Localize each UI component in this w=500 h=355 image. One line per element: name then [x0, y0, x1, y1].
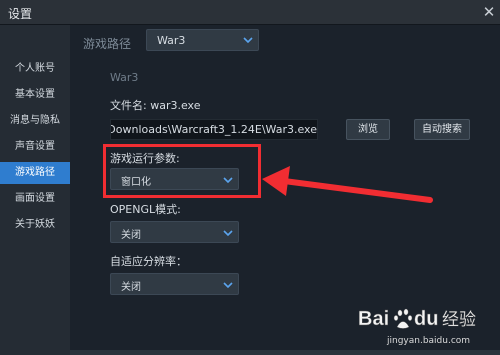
svg-text:经验: 经验: [442, 310, 476, 330]
baidu-jingyan-logo: Bai du 经验: [358, 303, 478, 338]
svg-text:du: du: [414, 308, 438, 330]
sidebar: 个人账号 基本设置 消息与隐私 声音设置 游戏路径 画面设置 关于妖妖: [0, 25, 70, 355]
game-path-field[interactable]: C:\Users\Downloads\Warcraft3_1.24E\War3.…: [110, 119, 318, 140]
browse-button[interactable]: 浏览: [346, 119, 390, 140]
chevron-down-icon: [243, 37, 253, 44]
chevron-down-icon: [223, 230, 233, 237]
game-select[interactable]: War3: [146, 29, 259, 51]
sidebar-item-about[interactable]: 关于妖妖: [0, 214, 70, 236]
close-icon[interactable]: ✕: [478, 0, 500, 24]
file-name-label: 文件名: war3.exe: [110, 99, 201, 112]
game-select-value: War3: [157, 34, 186, 47]
svg-text:Bai: Bai: [358, 308, 389, 330]
sidebar-item-game-path[interactable]: 游戏路径: [0, 162, 70, 184]
opengl-select[interactable]: 关闭: [110, 221, 239, 243]
section-title: War3: [110, 71, 139, 84]
opengl-value: 关闭: [121, 230, 141, 241]
game-path-header: 游戏路径: [83, 37, 132, 51]
adaptive-resolution-select[interactable]: 关闭: [110, 273, 239, 295]
adaptive-resolution-label: 自适应分辨率：: [110, 255, 187, 268]
game-path-value: C:\Users\Downloads\Warcraft3_1.24E\War3.…: [111, 123, 317, 136]
chevron-down-icon: [223, 282, 233, 289]
sidebar-item-privacy[interactable]: 消息与隐私: [0, 110, 70, 132]
baidu-paw-icon: Bai du 经验: [358, 308, 476, 330]
red-highlight-box: [103, 144, 261, 198]
bottom-strip: [70, 350, 500, 355]
window-title: 设置: [8, 7, 33, 21]
adaptive-resolution-value: 关闭: [121, 282, 141, 293]
sidebar-item-basic-settings[interactable]: 基本设置: [0, 84, 70, 106]
title-bar: 设置 ✕: [0, 0, 500, 25]
sidebar-item-sound[interactable]: 声音设置: [0, 136, 70, 158]
sidebar-item-account[interactable]: 个人账号: [0, 58, 70, 80]
watermark-url: jingyan.baidu.com: [387, 336, 471, 346]
opengl-label: OPENGL模式:: [110, 203, 181, 216]
auto-search-button[interactable]: 自动搜索: [414, 119, 470, 140]
sidebar-item-display[interactable]: 画面设置: [0, 188, 70, 210]
